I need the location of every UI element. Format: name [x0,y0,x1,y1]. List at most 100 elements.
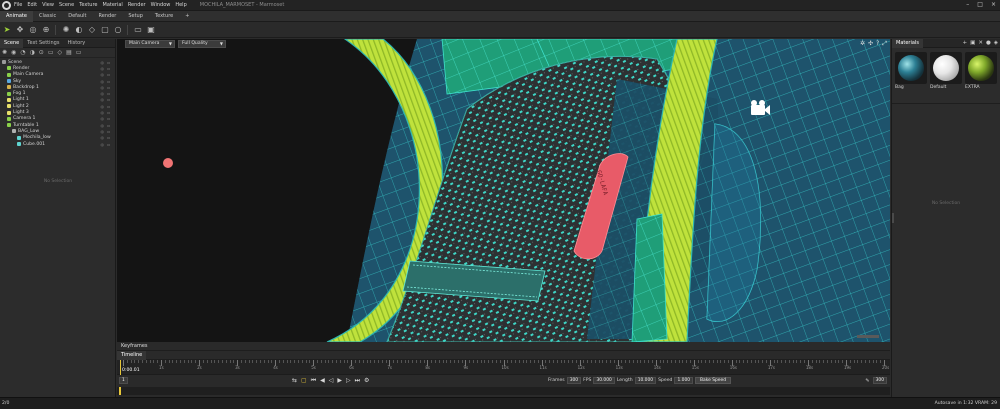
visibility-toggle-icon[interactable]: ◎ ▫ [101,91,111,96]
material-bag[interactable]: Bag [895,52,927,90]
scale-icon[interactable]: ⊕ [40,24,52,36]
visibility-toggle-icon[interactable]: ◎ ▫ [101,85,111,90]
tab-text-settings[interactable]: Text Settings [23,39,63,48]
settings-icon[interactable]: ✲ [860,40,865,48]
material-extra[interactable]: EXTRA [965,52,997,90]
add-shadow-icon[interactable]: ◑ [30,49,35,56]
tab-materials[interactable]: Materials [892,38,923,48]
step-back-icon[interactable]: ◁ [329,377,334,385]
save-icon[interactable]: ▣ [145,24,157,36]
box-icon[interactable]: ▢ [99,24,111,36]
minimize-icon[interactable]: – [966,1,969,8]
material-default[interactable]: Default [930,52,962,90]
delete-icon[interactable]: ✕ [978,40,983,46]
visibility-toggle-icon[interactable]: ◎ ▫ [101,142,111,147]
picker-icon[interactable]: ◈ [994,40,998,46]
viewport[interactable]: GO·LAFA Main Camera ▼ Full Quality ▼ ✲ ✣… [117,39,890,342]
outliner-item[interactable]: Cube.001 ◎ ▫ [0,141,115,147]
visibility-toggle-icon[interactable]: ◎ ▫ [101,123,111,128]
visibility-toggle-icon[interactable]: ◎ ▫ [101,72,111,77]
add-tab-button[interactable]: + [179,11,195,22]
add-object-icon[interactable]: ◇ [57,49,62,56]
visibility-toggle-icon[interactable]: ◎ ▫ [101,79,111,84]
record-icon[interactable]: ▢ [301,377,307,385]
visibility-toggle-icon[interactable]: ◎ ▫ [101,129,111,134]
folder-icon[interactable]: ▭ [132,24,144,36]
sphere-icon[interactable]: ● [986,40,991,46]
tab-timeline[interactable]: Timeline [117,350,147,360]
start-frame-field[interactable]: 1 [119,377,128,384]
sphere-icon[interactable]: ○ [112,24,124,36]
menu-texture[interactable]: Texture [79,2,97,8]
light-gizmo-icon[interactable] [163,158,173,168]
menu-edit[interactable]: Edit [27,2,37,8]
visibility-toggle-icon[interactable]: ◎ ▫ [101,66,111,71]
loop-icon[interactable]: ⇆ [292,377,297,385]
copy-icon[interactable]: ▣ [970,40,975,46]
menu-window[interactable]: Window [151,2,171,8]
tab-classic[interactable]: Classic [33,11,62,22]
add-fog-icon[interactable]: ◔ [20,49,25,56]
playhead[interactable] [120,360,121,375]
tab-default[interactable]: Default [62,11,92,22]
prev-key-icon[interactable]: ◀ [320,377,325,385]
go-end-icon[interactable]: ⏭ [355,377,360,385]
frames-field[interactable]: 300 [566,377,582,384]
bake-speed-button[interactable]: Bake Speed [695,377,731,384]
folder-icon[interactable]: ▭ [76,49,82,56]
add-turntable-icon[interactable]: ⊙ [39,49,44,56]
visibility-toggle-icon[interactable]: ◎ ▫ [101,116,111,121]
visibility-toggle-icon[interactable]: ◎ ▫ [101,97,111,102]
quality-dropdown[interactable]: Full Quality ▼ [178,40,226,48]
tab-setup[interactable]: Setup [122,11,149,22]
fps-field[interactable]: 30.000 [593,377,615,384]
play-icon[interactable]: ▶ [337,377,342,385]
maximize-icon[interactable]: □ [977,1,983,8]
keyframe-marker[interactable] [119,387,121,395]
speed-field[interactable]: 1.000 [674,377,694,384]
panel-resize-handle[interactable] [892,213,894,223]
light-icon[interactable]: ✺ [60,24,72,36]
settings-icon[interactable]: ⚙ [364,377,369,385]
add-light-icon[interactable]: ✺ [2,49,7,56]
tab-render[interactable]: Render [93,11,123,22]
menu-view[interactable]: View [42,2,54,8]
go-start-icon[interactable]: ⏮ [311,377,316,385]
camera-icon[interactable]: ◐ [73,24,85,36]
pen-icon[interactable]: ✎ [865,378,869,384]
visibility-toggle-icon[interactable]: ◎ ▫ [101,135,111,140]
ruler-label: 13s [615,365,623,370]
select-icon[interactable]: ➤ [1,24,13,36]
menu-scene[interactable]: Scene [59,2,74,8]
shape-icon[interactable]: ◇ [86,24,98,36]
menu-file[interactable]: File [14,2,22,8]
menu-help[interactable]: Help [175,2,186,8]
tab-animate[interactable]: Animate [0,10,33,22]
gizmo-toggle-icon[interactable]: ✣ [868,40,873,48]
tab-keyframes[interactable]: Keyframes [117,342,152,351]
timeline-ruler[interactable]: 0:00.01 1s 2s 3s 4s 5s 6s 7s 8s 9s 10s 11s 12s 13s 14… [117,360,890,375]
camera-dropdown[interactable]: Main Camera ▼ [125,40,175,48]
viewport-scroll-handle[interactable] [857,335,879,338]
maximize-icon[interactable]: ⤢ [882,40,887,48]
tab-scene[interactable]: Scene [0,38,24,48]
menu-material[interactable]: Material [103,2,123,8]
visibility-toggle-icon[interactable]: ◎ ▫ [101,60,111,65]
tab-history[interactable]: History [63,39,89,48]
end-frame-field[interactable]: 300 [872,377,887,384]
add-material-icon[interactable]: + [963,40,968,46]
visibility-toggle-icon[interactable]: ◎ ▫ [101,110,111,115]
move-icon[interactable]: ✥ [14,24,26,36]
menu-render[interactable]: Render [128,2,146,8]
close-icon[interactable]: × [991,1,996,8]
step-forward-icon[interactable]: ▷ [346,377,351,385]
add-group-icon[interactable]: ▤ [66,49,72,56]
rotate-icon[interactable]: ◎ [27,24,39,36]
length-field[interactable]: 10.000 [634,377,657,384]
tab-texture[interactable]: Texture [149,11,179,22]
add-camera-icon[interactable]: ▭ [48,49,54,56]
keyframe-track[interactable] [117,387,890,395]
help-icon[interactable]: ? [876,40,879,48]
visibility-toggle-icon[interactable]: ◎ ▫ [101,104,111,109]
add-sky-icon[interactable]: ◉ [11,49,16,56]
